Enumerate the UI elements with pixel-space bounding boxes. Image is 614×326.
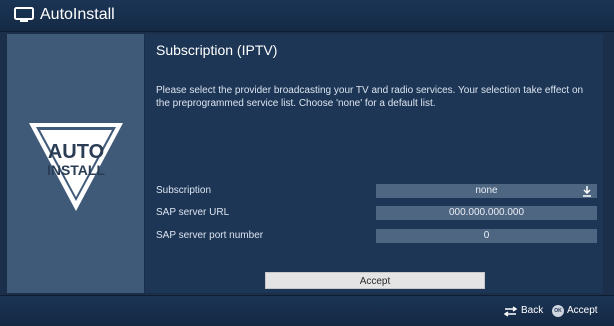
svg-text:INSTALL: INSTALL — [47, 162, 106, 178]
ok-button-icon: OK — [552, 305, 564, 317]
subscription-label: Subscription — [156, 185, 212, 196]
title-bar: AutoInstall — [0, 0, 614, 32]
subscription-dropdown[interactable]: none — [376, 184, 597, 198]
description-text: Please select the provider broadcasting … — [156, 85, 584, 109]
subscription-value: none — [475, 185, 498, 196]
sap-server-url-field[interactable]: 000.000.000.000 — [376, 206, 597, 220]
svg-text:AUTO: AUTO — [48, 141, 104, 163]
sidebar-panel: AUTO INSTALL — [7, 34, 144, 293]
back-hint[interactable]: Back — [521, 305, 543, 316]
sap-server-port-field[interactable]: 0 — [376, 229, 597, 243]
accept-button[interactable]: Accept — [265, 272, 485, 289]
accept-hint[interactable]: Accept — [567, 305, 598, 316]
sap-server-port-label: SAP server port number — [156, 230, 264, 241]
main-panel: Subscription (IPTV) Please select the pr… — [145, 34, 603, 293]
tv-icon — [14, 7, 34, 22]
back-icon — [503, 306, 518, 317]
sap-server-url-label: SAP server URL — [156, 207, 230, 218]
download-arrow-icon — [583, 186, 591, 197]
app-title: AutoInstall — [40, 6, 115, 23]
page-title: Subscription (IPTV) — [156, 42, 278, 58]
footer-bar: Back OK Accept — [0, 295, 614, 326]
autoinstall-logo: AUTO INSTALL — [29, 123, 123, 211]
